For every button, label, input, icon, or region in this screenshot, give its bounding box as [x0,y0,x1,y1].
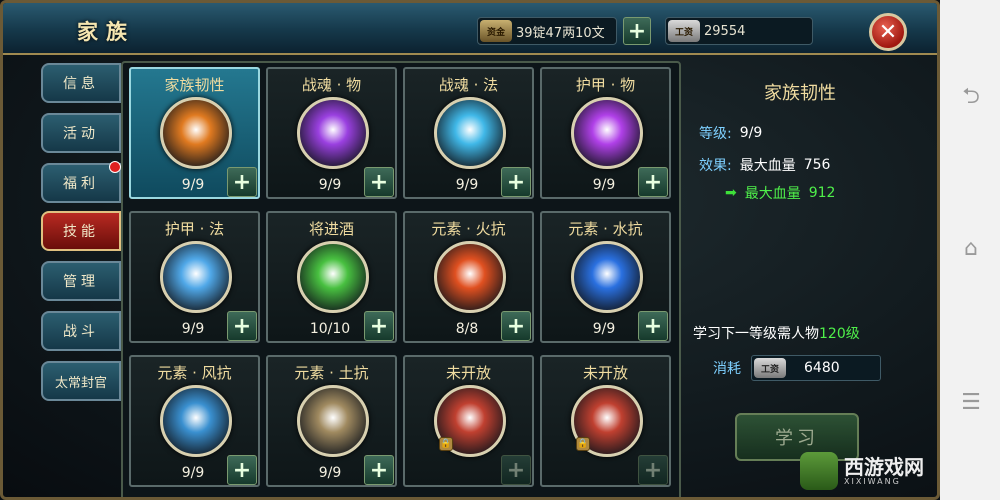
upgrade-skill-button[interactable]: + [227,311,257,341]
upgrade-skill-button[interactable]: + [364,311,394,341]
android-nav-bar: ⮌ ⌂ ☰ [940,0,1000,500]
cost-row: 消耗 工资 6480 [713,355,881,381]
skill-level: 9/9 [181,321,205,337]
lock-icon: 🔒 [439,437,453,451]
cost-box: 工资 6480 [751,355,881,381]
watermark: 西游戏网 XIXIWANG [800,452,924,490]
skill-name: 战魂 · 法 [438,76,499,94]
sidebar-item-welfare[interactable]: 福利 [41,161,121,203]
detail-next-row: ➡ 最大血量 912 [725,185,836,202]
upgrade-skill-button[interactable]: + [638,311,668,341]
skill-name: 未开放 [445,364,491,382]
gold-coin-icon: 资金 [480,20,512,42]
detail-title: 家族韧性 [764,83,836,104]
skill-name: 元素 · 水抗 [568,220,643,238]
cost-value: 6480 [804,360,840,376]
skill-level: 8/8 [455,321,479,337]
skill-level: 9/9 [592,321,616,337]
skill-card[interactable]: 战魂 · 物 9/9 + [266,67,397,199]
upgrade-skill-button[interactable]: + [638,455,668,485]
skill-card[interactable]: 护甲 · 物 9/9 + [540,67,671,199]
skill-level: 9/9 [181,465,205,481]
skill-level: 9/9 [455,177,479,193]
requirement-text: 学习下一等级需人物120级 [693,326,860,342]
currency-salary-value: 29554 [704,23,746,39]
skill-name: 元素 · 风抗 [157,364,232,382]
skill-name: 战魂 · 物 [301,76,362,94]
upgrade-skill-button[interactable]: + [638,167,668,197]
sidebar-item-manage[interactable]: 管理 [41,261,121,301]
close-button[interactable]: ✕ [869,13,907,51]
skill-card[interactable]: 护甲 · 法 9/9 + [129,211,260,343]
skill-card[interactable]: 元素 · 土抗 9/9 + [266,355,397,487]
skill-orb-icon [297,385,369,457]
skill-orb-icon [434,241,506,313]
skill-orb-icon [160,385,232,457]
sidebar-item-official[interactable]: 太常封官 [41,361,121,401]
skill-name: 家族韧性 [164,76,225,94]
skill-card[interactable]: 未开放 🔒 + [540,355,671,487]
upgrade-skill-button[interactable]: + [227,455,257,485]
back-icon[interactable]: ⮌ [958,86,984,108]
detail-effect-row: 效果: 最大血量 756 [699,157,831,174]
arrow-right-icon: ➡ [725,185,737,201]
skill-level: 9/9 [181,177,205,193]
skill-level: 10/10 [309,321,351,337]
sidebar-item-info[interactable]: 信息 [41,63,121,103]
skill-card[interactable]: 家族韧性 9/9 + [129,67,260,199]
skill-orb-icon [297,97,369,169]
menu-icon[interactable]: ☰ [958,392,984,414]
skill-card[interactable]: 元素 · 风抗 9/9 + [129,355,260,487]
skill-grid: 家族韧性 9/9 + 战魂 · 物 9/9 + 战魂 · 法 9/9 + 护甲 · 物 9/9 + 护甲… [121,61,681,497]
skill-name: 护甲 · 法 [164,220,225,238]
skill-name: 未开放 [582,364,628,382]
skill-level: 9/9 [318,177,342,193]
upgrade-skill-button[interactable]: + [501,167,531,197]
detail-level-row: 等级: 9/9 [699,125,763,142]
skill-card[interactable]: 战魂 · 法 9/9 + [403,67,534,199]
home-icon[interactable]: ⌂ [958,238,984,260]
skill-level: 9/9 [318,465,342,481]
skill-card[interactable]: 未开放 🔒 + [403,355,534,487]
upgrade-skill-button[interactable]: + [501,311,531,341]
currency-gold: 资金 39锭47两10文 [477,17,617,45]
game-window: 家族 资金 39锭47两10文 + 工资 29554 ✕ 信息 活动 福利 技能… [0,0,940,500]
skill-card[interactable]: 元素 · 水抗 9/9 + [540,211,671,343]
skill-orb-icon [571,241,643,313]
header-bar: 家族 资金 39锭47两10文 + 工资 29554 ✕ [3,3,937,55]
upgrade-skill-button[interactable]: + [227,167,257,197]
page-title: 家族 [77,20,135,44]
sidebar-item-skills[interactable]: 技能 [41,211,121,251]
skill-orb-icon [160,97,232,169]
skill-name: 元素 · 土抗 [294,364,369,382]
skill-card[interactable]: 元素 · 火抗 8/8 + [403,211,534,343]
skill-detail-panel: 家族韧性 等级: 9/9 效果: 最大血量 756 ➡ 最大血量 912 学习下… [685,65,915,497]
salary-coin-icon: 工资 [754,358,786,378]
skill-name: 护甲 · 物 [575,76,636,94]
upgrade-skill-button[interactable]: + [501,455,531,485]
notification-dot [109,161,121,173]
upgrade-skill-button[interactable]: + [364,167,394,197]
skill-orb-icon [297,241,369,313]
skill-name: 将进酒 [308,220,354,238]
skill-card[interactable]: 将进酒 10/10 + [266,211,397,343]
skill-orb-icon [434,97,506,169]
lock-icon: 🔒 [576,437,590,451]
salary-coin-icon: 工资 [668,20,700,42]
skill-name: 元素 · 火抗 [431,220,506,238]
currency-salary: 工资 29554 [665,17,813,45]
sidebar-item-activity[interactable]: 活动 [41,113,121,153]
skill-orb-icon [160,241,232,313]
watermark-logo-icon [800,452,838,490]
skill-orb-icon [571,97,643,169]
add-gold-button[interactable]: + [623,17,651,45]
skill-level: 9/9 [592,177,616,193]
sidebar-item-battle[interactable]: 战斗 [41,311,121,351]
upgrade-skill-button[interactable]: + [364,455,394,485]
currency-gold-value: 39锭47两10文 [516,25,605,41]
